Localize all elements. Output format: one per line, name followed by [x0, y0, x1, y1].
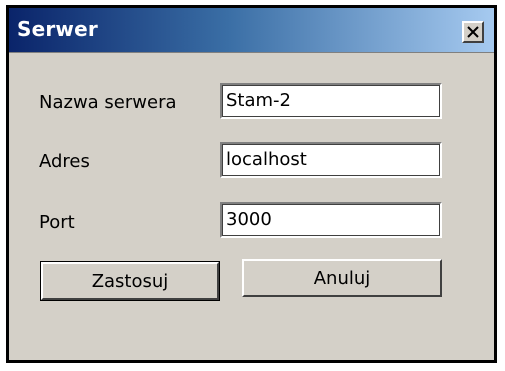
close-button[interactable] — [462, 21, 484, 43]
apply-button[interactable]: Zastosuj — [40, 261, 220, 301]
address-label: Adres — [39, 151, 90, 172]
port-field[interactable]: 3000 — [220, 202, 442, 238]
server-name-field[interactable]: Stam-2 — [220, 83, 442, 119]
port-label: Port — [39, 212, 75, 233]
server-dialog: Serwer Nazwa serwera Stam-2 Adres localh… — [6, 5, 497, 363]
cancel-button-label: Anuluj — [313, 267, 371, 289]
cancel-button[interactable]: Anuluj — [242, 259, 442, 297]
title-bar[interactable]: Serwer — [9, 8, 494, 53]
window-title: Serwer — [17, 17, 98, 41]
apply-button-label: Zastosuj — [91, 270, 169, 292]
server-name-label: Nazwa serwera — [39, 92, 177, 113]
close-icon — [467, 26, 479, 38]
address-field[interactable]: localhost — [220, 142, 442, 178]
